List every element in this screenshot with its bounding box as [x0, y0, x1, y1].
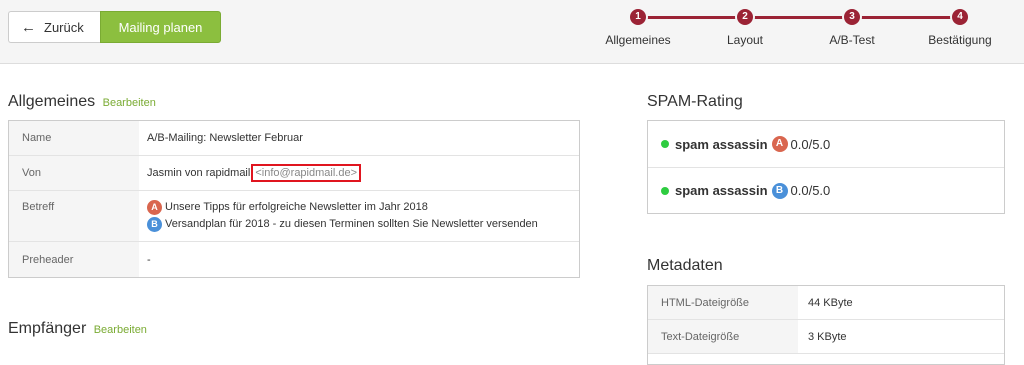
step-label: Layout: [726, 33, 764, 47]
step-number: 1: [630, 9, 646, 25]
spam-row-b: spam assassin B 0.0/5.0: [648, 167, 1004, 213]
step-bestaetigung[interactable]: 4 Bestätigung: [905, 9, 1015, 47]
general-section-header: Allgemeines Bearbeiten: [8, 93, 156, 111]
recipients-section-header: Empfänger Bearbeiten: [8, 320, 147, 338]
spam-row-a: spam assassin A 0.0/5.0: [648, 121, 1004, 167]
status-dot-icon: [661, 186, 669, 195]
variant-b-badge: B: [147, 217, 162, 232]
info-key: Name: [9, 121, 139, 155]
meta-value: 44 KByte: [808, 296, 853, 309]
spam-title: SPAM-Rating: [647, 93, 743, 110]
spam-section-header: SPAM-Rating: [647, 93, 743, 111]
subject-b-text: Versandplan für 2018 - zu diesen Termine…: [165, 218, 538, 230]
sender-name: Jasmin von rapidmail: [147, 167, 251, 179]
meta-key: HTML-Dateigröße: [648, 286, 798, 319]
variant-a-badge: A: [147, 200, 162, 215]
top-toolbar: ← Zurück Mailing planen 1 Allgemeines 2 …: [0, 0, 1024, 64]
plan-mailing-button[interactable]: Mailing planen: [100, 11, 221, 43]
info-key: Von: [9, 156, 139, 190]
general-title: Allgemeines: [8, 93, 96, 110]
sender-email-highlight: <info@rapidmail.de>: [251, 164, 361, 182]
info-value: Jasmin von rapidmail <info@rapidmail.de>: [139, 156, 579, 190]
meta-key: Text-Dateigröße: [648, 320, 798, 353]
metadata-table: HTML-Dateigröße 44 KByte Text-Dateigröße…: [647, 285, 1005, 365]
step-number: 2: [737, 9, 753, 25]
plan-mailing-label: Mailing planen: [118, 19, 203, 35]
back-button[interactable]: ← Zurück: [8, 11, 101, 43]
recipients-title: Empfänger: [8, 320, 87, 337]
spam-score: 0.0/5.0: [790, 136, 831, 152]
meta-row-text-size: Text-Dateigröße 3 KByte: [648, 320, 1004, 354]
general-edit-link[interactable]: Bearbeiten: [103, 97, 156, 109]
step-number: 4: [952, 9, 968, 25]
variant-a-badge: A: [771, 136, 788, 152]
recipients-edit-link[interactable]: Bearbeiten: [94, 324, 147, 336]
info-row-name: Name A/B-Mailing: Newsletter Februar: [9, 121, 579, 156]
step-label: Bestätigung: [928, 33, 992, 47]
back-button-label: Zurück: [44, 19, 84, 35]
info-row-from: Von Jasmin von rapidmail <info@rapidmail…: [9, 156, 579, 191]
info-row-subject: Betreff A Unsere Tipps für erfolgreiche …: [9, 191, 579, 242]
spam-score: 0.0/5.0: [790, 183, 831, 198]
info-value: A/B-Mailing: Newsletter Februar: [147, 132, 303, 144]
spam-rating-box: spam assassin A 0.0/5.0 spam assassin B …: [647, 120, 1005, 214]
step-label: A/B-Test: [829, 33, 875, 47]
step-label: Allgemeines: [605, 33, 671, 47]
info-key: Betreff: [9, 191, 139, 241]
step-ab-test[interactable]: 3 A/B-Test: [797, 9, 907, 47]
status-dot-icon: [661, 140, 669, 148]
info-key: Preheader: [9, 242, 139, 277]
meta-value: 3 KByte: [808, 330, 847, 343]
spam-checker-name: spam assassin: [675, 183, 768, 198]
arrow-left-icon: ←: [21, 18, 36, 36]
step-layout[interactable]: 2 Layout: [690, 9, 800, 47]
step-number: 3: [844, 9, 860, 25]
variant-b-badge: B: [771, 182, 788, 199]
general-info-table: Name A/B-Mailing: Newsletter Februar Von…: [8, 120, 580, 278]
subject-b-line: B Versandplan für 2018 - zu diesen Termi…: [147, 216, 579, 233]
info-row-preheader: Preheader -: [9, 242, 579, 277]
spam-checker-name: spam assassin: [675, 136, 768, 152]
info-value: A Unsere Tipps für erfolgreiche Newslett…: [139, 191, 579, 241]
info-value: -: [147, 253, 151, 266]
meta-section-header: Metadaten: [647, 257, 723, 275]
meta-row-html-size: HTML-Dateigröße 44 KByte: [648, 286, 1004, 320]
subject-a-text: Unsere Tipps für erfolgreiche Newsletter…: [165, 201, 428, 213]
step-allgemeines[interactable]: 1 Allgemeines: [583, 9, 693, 47]
subject-a-line: A Unsere Tipps für erfolgreiche Newslett…: [147, 199, 579, 216]
meta-title: Metadaten: [647, 257, 723, 274]
